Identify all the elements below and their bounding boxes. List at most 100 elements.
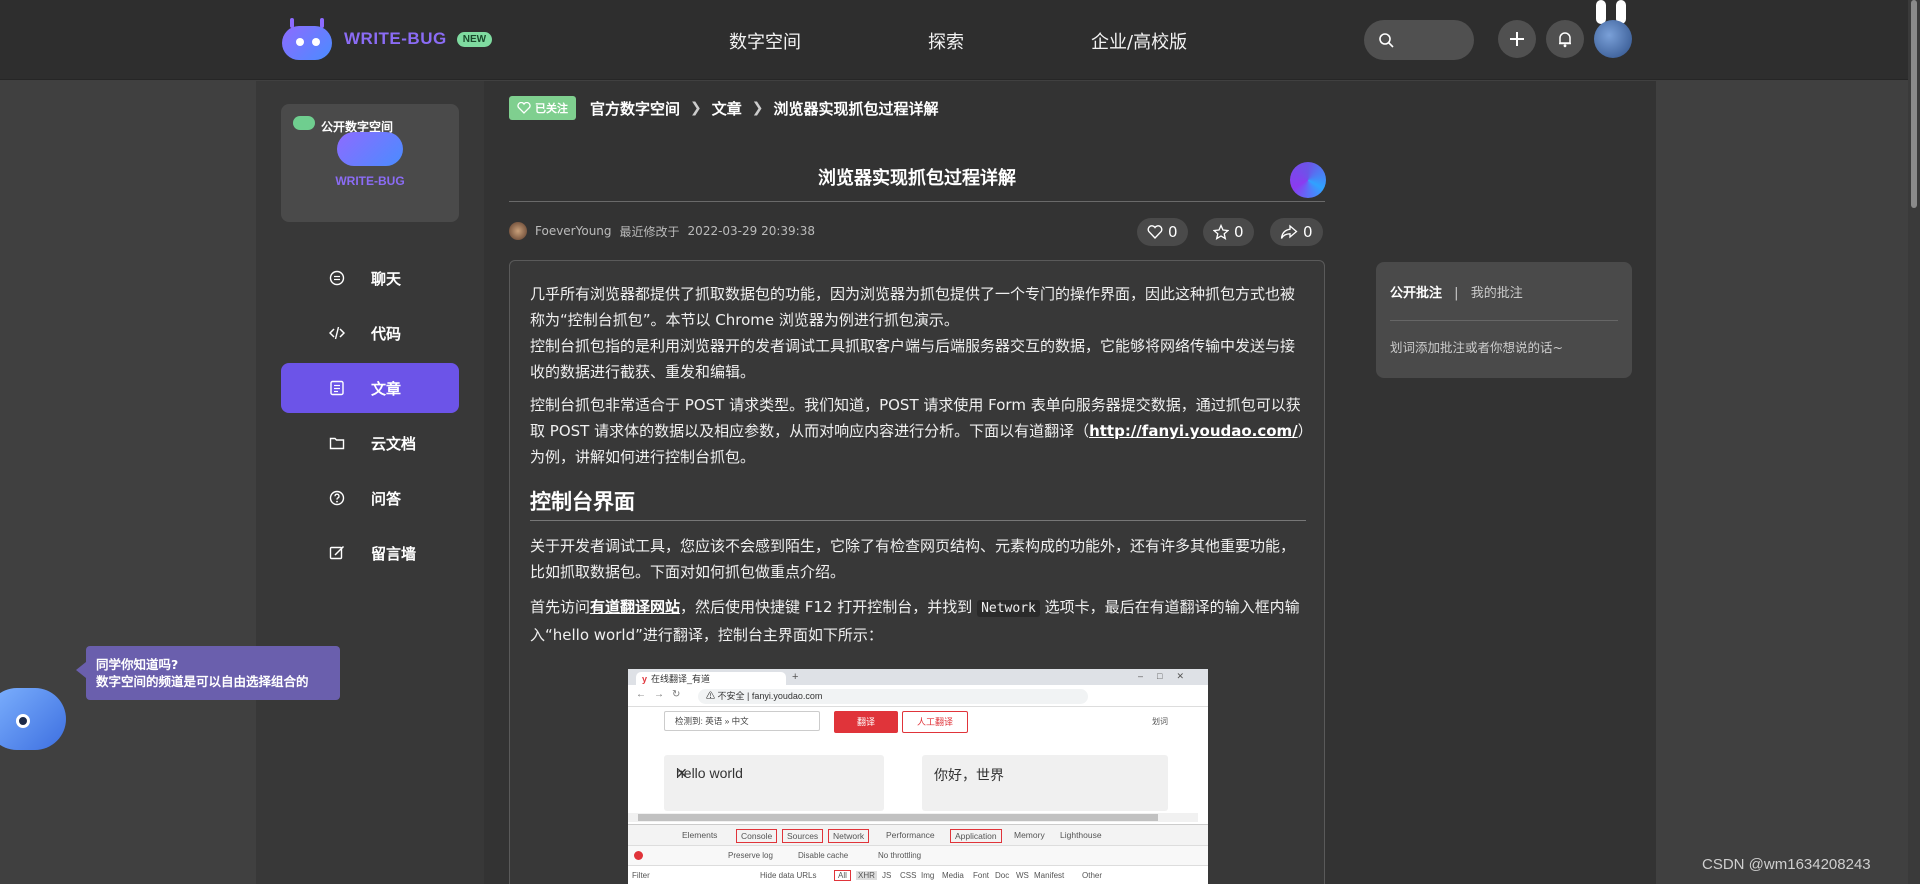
- like-count: 0: [1168, 223, 1178, 241]
- search-icon: [1379, 33, 1394, 48]
- breadcrumb-item: 浏览器实现抓包过程详解: [773, 99, 939, 118]
- share-button[interactable]: 0: [1270, 218, 1323, 246]
- top-navbar: WRITE-BUG NEW 数字空间 探索 企业/高校版: [0, 0, 1920, 80]
- breadcrumb-item[interactable]: 官方数字空间: [590, 98, 680, 119]
- devtab: Application: [950, 829, 1002, 843]
- sidebar-item-code[interactable]: 代码: [281, 308, 459, 358]
- close-icon: ✕: [676, 765, 688, 781]
- search-button[interactable]: [1364, 20, 1474, 60]
- author-name[interactable]: FoeverYoung: [535, 224, 612, 238]
- article-screenshot-image: y 在线翻译_有道 + –□✕ ←→↻ ⚠ 不安全 | fanyi.youdao.…: [628, 669, 1208, 884]
- star-button[interactable]: 0: [1203, 218, 1254, 246]
- user-avatar[interactable]: [1594, 20, 1632, 58]
- star-count: 0: [1234, 223, 1244, 241]
- heading-divider: [530, 520, 1306, 521]
- sidebar-item-chat[interactable]: 聊天: [281, 253, 459, 303]
- browser-tabbar: y 在线翻译_有道 + –□✕: [628, 669, 1208, 686]
- watermark: CSDN @wm1634208243: [1702, 856, 1871, 873]
- window-controls-icon: –□✕: [1138, 671, 1198, 681]
- tab-my-annotations[interactable]: 我的批注: [1471, 286, 1523, 301]
- annotation-placeholder: 划词添加批注或者你想说的话~: [1390, 340, 1563, 355]
- public-space-card[interactable]: 公开数字空间 WRITE-BUG: [281, 104, 459, 222]
- article-icon: [330, 380, 344, 396]
- nav-explore[interactable]: 探索: [928, 28, 964, 54]
- robot-mini-icon: [293, 116, 315, 130]
- space-brand: WRITE-BUG: [335, 174, 405, 188]
- sidebar-item-message-wall[interactable]: 留言墙: [281, 528, 459, 578]
- follow-button[interactable]: 已关注: [509, 96, 576, 120]
- author-avatar[interactable]: [509, 222, 527, 240]
- filter-item: Manifest: [1034, 871, 1065, 880]
- devtab: Memory: [1014, 830, 1045, 840]
- record-icon: [634, 851, 643, 860]
- paragraph-text: 控制台抓包指的是利用浏览器开的发者调试工具抓取客户端与后端服务器交互的数据，它能…: [530, 337, 1296, 381]
- article-meta: FoeverYoung 最近修改于 2022-03-29 20:39:38: [509, 222, 815, 240]
- nav-enterprise[interactable]: 企业/高校版: [1091, 28, 1187, 54]
- title-divider: [509, 201, 1325, 202]
- sidebar-item-qa[interactable]: 问答: [281, 473, 459, 523]
- share-icon: [1280, 224, 1298, 239]
- tab-public-annotations[interactable]: 公开批注: [1390, 286, 1442, 301]
- edit-icon: [329, 545, 345, 560]
- heart-icon: [1147, 225, 1163, 239]
- sidebar-item-label: 文章: [371, 380, 402, 398]
- new-badge: NEW: [456, 31, 493, 47]
- scrollbar-thumb[interactable]: [1911, 0, 1917, 208]
- page-scrollbar[interactable]: [1908, 0, 1920, 884]
- modified-label: 最近修改于: [619, 224, 680, 239]
- chevron-right-icon: ❯: [751, 100, 764, 116]
- devtools-option: No throttling: [878, 851, 922, 860]
- tip-line: 同学你知道吗?: [96, 657, 179, 672]
- input-pane: hello world ✕: [664, 755, 884, 811]
- sidebar-item-label: 聊天: [371, 270, 402, 288]
- youdao-toolbar: 检测到: 英语 » 中文 翻译 人工翻译 划词: [628, 708, 1208, 734]
- language-select: 检测到: 英语 » 中文: [664, 711, 820, 731]
- filter-item: Img: [921, 871, 935, 880]
- annotation-tabs: 公开批注 | 我的批注: [1390, 282, 1523, 301]
- filter-item: All: [834, 870, 851, 881]
- youdao-site-link[interactable]: 有道翻译网站: [590, 598, 680, 616]
- breadcrumb-item[interactable]: 文章: [712, 98, 742, 119]
- modified-time: 2022-03-29 20:39:38: [687, 224, 815, 238]
- avatar-ear-decoration: [1596, 0, 1606, 24]
- nav-digital-space[interactable]: 数字空间: [729, 28, 801, 54]
- plus-icon: [1510, 32, 1524, 46]
- output-pane: 你好，世界: [922, 755, 1168, 811]
- tab-separator: |: [1454, 286, 1459, 301]
- assistant-robot-icon[interactable]: [0, 688, 66, 750]
- folder-icon: [329, 437, 345, 450]
- paragraph: 关于开发者调试工具，您应该不会感到陌生，它除了有检查网页结构、元素构成的功能外，…: [530, 533, 1306, 585]
- filter-item: CSS: [900, 871, 917, 880]
- sidebar-item-cloud-docs[interactable]: 云文档: [281, 418, 459, 468]
- tip-bubble: 同学你知道吗? 数字空间的频道是可以自由选择组合的: [76, 646, 340, 700]
- paragraph-text: 关于开发者调试工具，您应该不会感到陌生，它除了有检查网页结构、元素构成的功能外，…: [530, 537, 1296, 581]
- paragraph: 几乎所有浏览器都提供了抓取数据包的功能，因为浏览器为抓包提供了一个专门的操作界面…: [530, 281, 1306, 385]
- filter-item: Hide data URLs: [760, 871, 817, 880]
- notification-button[interactable]: [1546, 20, 1584, 58]
- create-button[interactable]: [1498, 20, 1536, 58]
- robot-logo-icon: [337, 132, 403, 166]
- sidebar-item-article[interactable]: 文章: [281, 363, 459, 413]
- sidebar-item-label: 云文档: [371, 435, 417, 453]
- robot-logo-icon: [280, 18, 334, 60]
- annotation-panel: 公开批注 | 我的批注 划词添加批注或者你想说的话~: [1376, 262, 1632, 378]
- sidebar-item-label: 代码: [371, 325, 402, 343]
- code-icon: [329, 326, 345, 340]
- paragraph-text: ，然后使用快捷键 F12 打开控制台，并找到: [680, 598, 978, 616]
- translate-btn: 翻译: [834, 711, 898, 733]
- browser-addressbar: ←→↻ ⚠ 不安全 | fanyi.youdao.com: [628, 685, 1208, 707]
- sidebar-item-label: 问答: [371, 490, 402, 508]
- paragraph-text: 首先访问: [530, 598, 591, 616]
- youdao-link[interactable]: http://fanyi.youdao.com/: [1089, 422, 1298, 440]
- site-logo[interactable]: WRITE-BUG NEW: [280, 18, 493, 60]
- space-badge-icon[interactable]: [1290, 162, 1326, 198]
- filter-item: JS: [882, 871, 892, 880]
- like-button[interactable]: 0: [1137, 218, 1188, 246]
- bell-icon: [1559, 32, 1571, 48]
- tip-line: 数字空间的频道是可以自由选择组合的: [96, 674, 309, 689]
- screenshot-scrollbar: [628, 813, 1198, 822]
- filter-item: Media: [942, 871, 964, 880]
- question-icon: [329, 490, 345, 506]
- follow-label: 已关注: [535, 102, 568, 115]
- devtab: Sources: [782, 829, 824, 843]
